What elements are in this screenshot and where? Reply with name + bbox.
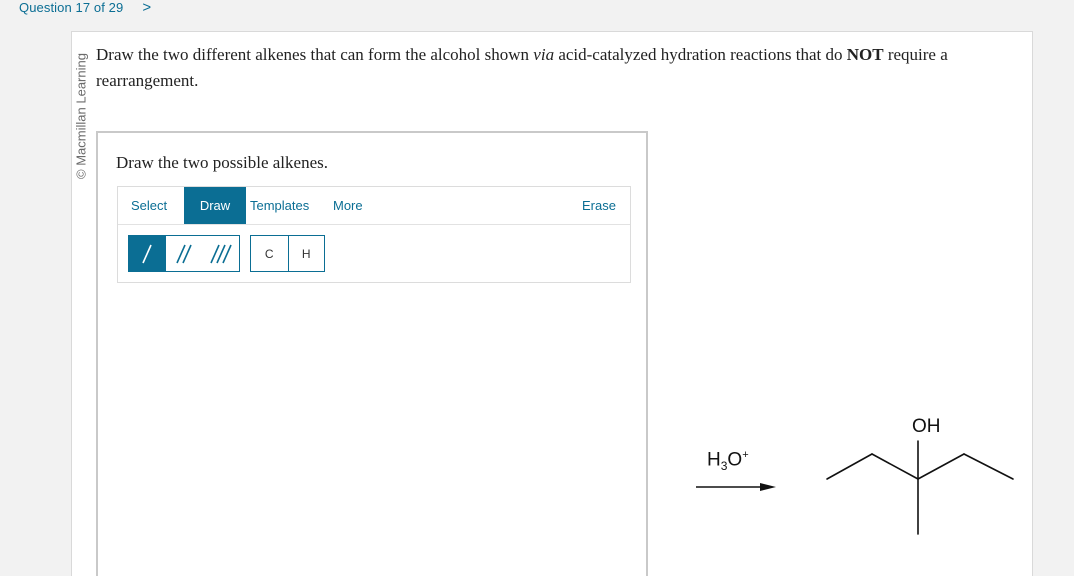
hydroxyl-label: OH (912, 416, 941, 437)
hydrogen-atom-button[interactable]: H (287, 236, 325, 271)
bond-tool-group (128, 235, 240, 272)
copyright-text: © Macmillan Learning (73, 53, 89, 179)
next-question-icon[interactable]: > (142, 0, 151, 16)
carbon-atom-button[interactable]: C (251, 236, 288, 271)
triple-bond-icon (209, 244, 232, 263)
erase-button[interactable]: Erase (576, 187, 622, 224)
copyright-notice: © Macmillan Learning (73, 40, 89, 192)
question-text-part: Draw the two different alkenes that can … (96, 45, 534, 64)
single-bond-button[interactable] (129, 236, 166, 271)
question-counter[interactable]: Question 17 of 29 (19, 0, 123, 15)
tab-draw[interactable]: Draw (184, 187, 246, 224)
question-text-emphasis: via (533, 45, 555, 64)
molecule-sketcher[interactable]: Select Draw Templates More Erase C H (117, 186, 631, 283)
reaction-arrow (696, 483, 776, 491)
reaction-scheme: H3O+ OH (690, 405, 1030, 545)
tab-select[interactable]: Select (125, 187, 173, 224)
triple-bond-button[interactable] (202, 236, 239, 271)
question-text-part: acid-catalyzed hydration reactions that … (554, 45, 847, 64)
double-bond-icon (176, 244, 192, 263)
double-bond-button[interactable] (166, 236, 203, 271)
tab-more[interactable]: More (327, 187, 369, 224)
question-text-strong: NOT (846, 45, 884, 64)
question-text: Draw the two different alkenes that can … (96, 42, 996, 94)
answer-panel: Draw the two possible alkenes. Select Dr… (96, 131, 648, 576)
atom-tool-group: C H (250, 235, 325, 272)
answer-prompt: Draw the two possible alkenes. (116, 153, 328, 172)
tab-templates[interactable]: Templates (244, 187, 315, 224)
question-navigation: Question 17 of 29 > (19, 0, 151, 16)
single-bond-icon (142, 244, 153, 263)
alcohol-skeletal-structure (826, 440, 1014, 535)
reaction-drawing (696, 440, 1014, 535)
sketcher-toolbar: Select Draw Templates More Erase (118, 187, 630, 225)
